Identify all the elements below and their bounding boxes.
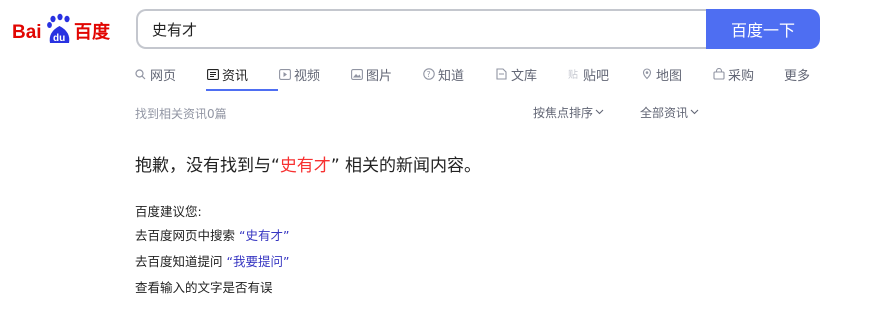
chevron-down-icon	[595, 108, 604, 118]
tab-wenku[interactable]: 文库	[495, 65, 567, 84]
question-icon: ?	[422, 68, 435, 81]
tab-purchase[interactable]: 采购	[712, 65, 784, 84]
result-count: 找到相关资讯0篇	[135, 107, 227, 121]
tab-label: 资讯	[222, 68, 249, 84]
no-result-keyword: 史有才	[279, 156, 331, 176]
search-tabs: 网页 资讯 视频 图片 ? 知道 文库 贴 贴吧 地图 采购 更多	[134, 62, 810, 91]
svg-text:?: ?	[426, 70, 430, 79]
tab-label: 地图	[656, 68, 683, 84]
tab-label: 文库	[511, 68, 538, 84]
image-icon	[350, 68, 363, 81]
suggestion-heading: 百度建议您:	[135, 204, 202, 219]
sort-dropdown[interactable]: 按焦点排序	[533, 104, 604, 121]
video-icon	[278, 68, 291, 81]
tab-video[interactable]: 视频	[278, 65, 350, 84]
purchase-icon	[712, 68, 725, 81]
no-result-prefix: 抱歉，没有找到与“	[135, 156, 280, 176]
tab-news[interactable]: 资讯	[206, 65, 278, 91]
tab-label: 知道	[438, 68, 465, 84]
tab-label: 视频	[294, 68, 321, 84]
suggestion-text: 去百度知道提问	[135, 254, 227, 269]
tab-label: 网页	[150, 68, 177, 84]
tab-label: 采购	[728, 68, 755, 84]
scope-dropdown[interactable]: 全部资讯	[640, 104, 699, 121]
search-button[interactable]: 百度一下	[706, 9, 820, 49]
suggestion-web-search: 去百度网页中搜索 “史有才”	[135, 225, 289, 244]
scope-label: 全部资讯	[640, 106, 689, 120]
search-input[interactable]	[136, 9, 706, 49]
map-icon	[640, 68, 653, 81]
suggestion-check-input: 查看输入的文字是否有误	[135, 280, 273, 295]
tab-images[interactable]: 图片	[350, 65, 422, 84]
tab-label: 更多	[784, 68, 811, 84]
web-search-link[interactable]: “史有才”	[239, 228, 289, 243]
no-result-message: 抱歉，没有找到与“史有才” 相关的新闻内容。	[135, 151, 481, 176]
search-bar: 百度一下	[136, 9, 820, 49]
tab-map[interactable]: 地图	[640, 65, 712, 84]
baidu-logo[interactable]: Bai du 百度	[12, 10, 118, 50]
suggestion-zhidao-ask: 去百度知道提问 “我要提问”	[135, 251, 289, 270]
tab-label: 图片	[366, 68, 393, 84]
tab-zhidao[interactable]: ? 知道	[422, 65, 495, 84]
news-icon	[206, 68, 219, 81]
tieba-icon: 贴	[567, 68, 580, 81]
svg-text:贴: 贴	[568, 68, 578, 80]
chevron-down-icon	[690, 108, 699, 118]
logo-text-baidu-cn: 百度	[74, 21, 111, 43]
tab-label: 贴吧	[583, 68, 610, 84]
sort-label: 按焦点排序	[533, 106, 594, 120]
logo-text-bai: Bai	[12, 22, 42, 43]
logo-text-du: du	[53, 33, 65, 44]
no-result-suffix: ” 相关的新闻内容。	[330, 156, 482, 176]
tab-more[interactable]: 更多	[784, 65, 810, 84]
document-icon	[495, 68, 508, 81]
tab-web[interactable]: 网页	[134, 65, 206, 84]
ask-question-link[interactable]: “我要提问”	[226, 254, 289, 269]
suggestion-text: 去百度网页中搜索	[135, 228, 239, 243]
tab-tieba[interactable]: 贴 贴吧	[567, 65, 640, 84]
search-icon	[134, 68, 147, 81]
